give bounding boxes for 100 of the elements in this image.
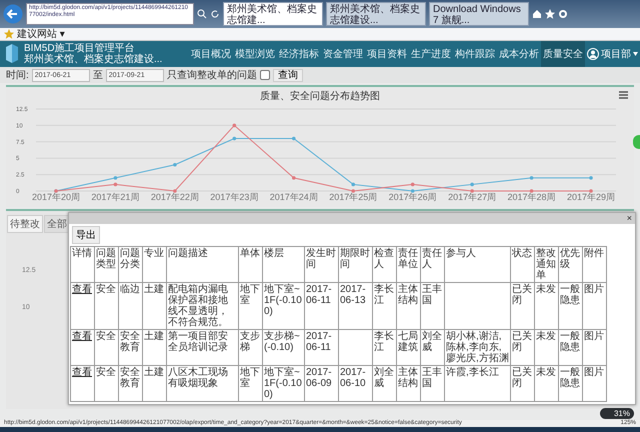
panel-tab[interactable]: 全部	[44, 215, 70, 233]
table-cell: 临边	[118, 282, 142, 330]
table-cell: 安全教育	[118, 330, 142, 366]
x-axis-label: 2017年23周	[210, 192, 258, 202]
browser-tab[interactable]: 郑州美术馆、档案史志馆建设...	[326, 2, 426, 26]
column-header: 详情	[70, 246, 94, 282]
project-subtitle: 郑州美术馆、档案史志馆建设...	[24, 54, 164, 65]
table-cell: 王丰国	[420, 282, 444, 330]
browser-tab[interactable]: 郑州美术馆、档案史志馆建...	[223, 2, 323, 26]
point	[292, 136, 296, 140]
column-header: 责任人	[420, 246, 444, 282]
table-cell: 地下室~1F(-0.100)	[262, 282, 304, 330]
point	[589, 176, 593, 180]
column-header: 检查人	[372, 246, 396, 282]
point	[173, 162, 177, 167]
point	[470, 182, 474, 186]
table-cell: 支步梯	[238, 330, 262, 366]
x-axis-label: 2017年27周	[448, 192, 496, 202]
favorites-link[interactable]: 建议网站 ▾	[17, 28, 65, 40]
speed-meter: 31%	[600, 408, 634, 419]
x-axis-label: 2017年22周	[150, 192, 199, 202]
column-header: 参与人	[444, 246, 510, 282]
point	[410, 182, 414, 186]
nav-tab[interactable]: 模型浏览	[233, 41, 277, 67]
date-label: 时间:	[6, 68, 29, 82]
column-header: 问题描述	[166, 246, 238, 282]
column-header: 优先级	[558, 246, 582, 282]
point	[232, 136, 236, 140]
nav-tab[interactable]: 质量安全	[541, 41, 585, 67]
column-header: 专业	[142, 246, 166, 282]
panel-tab[interactable]: 待整改	[7, 215, 43, 233]
table-cell: 土建	[142, 282, 166, 330]
table-cell: 已关闭	[510, 366, 534, 402]
table-cell: 王丰国	[420, 366, 444, 402]
range-label: 至	[92, 69, 103, 82]
column-header: 状态	[510, 246, 534, 282]
nav-tab[interactable]: 成本分析	[497, 41, 541, 67]
table-cell: 一般隐患	[558, 282, 582, 330]
table-cell: 未发	[534, 366, 558, 402]
table-cell: 刘全威	[420, 330, 444, 366]
table-cell: 图片	[582, 366, 606, 402]
checkbox-label: 只查询整改单的问题	[166, 68, 257, 82]
app-title: BIM5D施工项目管理平台	[24, 43, 135, 54]
column-header: 责任单位	[396, 246, 420, 282]
table-cell: 主体结构	[396, 282, 420, 330]
table-cell: 七局建筑	[396, 330, 420, 366]
x-axis-label: 2017年28周	[508, 192, 556, 202]
table-cell: 已关闭	[510, 330, 534, 366]
query-button[interactable]: 查询	[272, 68, 303, 82]
table-cell: 2017-06-11	[304, 282, 338, 330]
table-cell: 胡小林,谢洁,陈林,李向东,廖光庆,方拓渊	[444, 330, 510, 366]
point	[232, 124, 236, 128]
browser-tab[interactable]: Download Windows 7 旗舰...	[429, 2, 529, 26]
table-cell: 图片	[582, 330, 606, 366]
column-header: 问题类型	[94, 246, 118, 282]
table-cell: 刘全威	[372, 366, 396, 402]
table-cell: 配电箱内漏电保护器和接地线不显透明，不符合规范。	[166, 282, 238, 330]
table-cell: 图片	[582, 282, 606, 330]
table-cell: 2017-06-13	[338, 282, 372, 330]
column-header: 附件	[582, 246, 606, 282]
table-cell: 地下室	[238, 366, 262, 402]
nav-tab[interactable]: 生产进度	[409, 41, 453, 67]
table-cell: 八区木工现场有吸烟现象	[166, 366, 238, 402]
view-link[interactable]: 查看	[72, 284, 92, 295]
table-cell: 安全教育	[118, 366, 142, 402]
table-cell: 支步梯~(-0.10)	[262, 330, 304, 366]
table-cell: 安全	[94, 282, 118, 330]
table-cell: 安全	[94, 366, 118, 402]
point	[114, 176, 118, 180]
table-cell: 李长江	[372, 282, 396, 330]
x-axis-label: 2017年29周	[566, 192, 616, 202]
column-header: 期限时间	[338, 246, 372, 282]
table-cell: 李长江	[372, 330, 396, 366]
nav-tab[interactable]: 构件跟踪	[453, 41, 497, 67]
table-cell: 许霞,李长江	[444, 366, 510, 402]
column-header: 问题分类	[118, 246, 142, 282]
nav-tab[interactable]: 项目资料	[365, 41, 409, 67]
table-cell: 土建	[142, 330, 166, 366]
column-header: 发生时间	[304, 246, 338, 282]
point	[530, 176, 534, 180]
table-cell: 未发	[534, 330, 558, 366]
x-axis-label: 2017年24周	[270, 192, 318, 202]
table-cell: 2017-06-09	[304, 366, 338, 402]
table-cell: 一般隐患	[558, 366, 582, 402]
table-cell: 未发	[534, 282, 558, 330]
point	[114, 182, 118, 186]
table-cell: 第一项目部安全员培训记录	[166, 330, 238, 366]
user-menu[interactable]: 项目部	[601, 47, 631, 61]
nav-tab[interactable]: 项目概况	[189, 41, 233, 67]
nav-tab[interactable]: 经济指标	[277, 41, 321, 67]
x-axis-label: 2017年20周	[32, 192, 80, 202]
close-button[interactable]: ×	[626, 214, 632, 223]
x-axis-label: 2017年25周	[329, 192, 378, 202]
table-cell: 一般隐患	[558, 330, 582, 366]
x-axis-label: 2017年21周	[91, 192, 140, 202]
table-cell: 地下室~1F(-0.100)	[262, 366, 304, 402]
chart-title: 质量、安全问题分布趋势图	[260, 91, 380, 102]
export-button[interactable]: 导出	[72, 226, 100, 244]
nav-tab[interactable]: 资金管理	[321, 41, 365, 67]
point	[292, 176, 296, 180]
